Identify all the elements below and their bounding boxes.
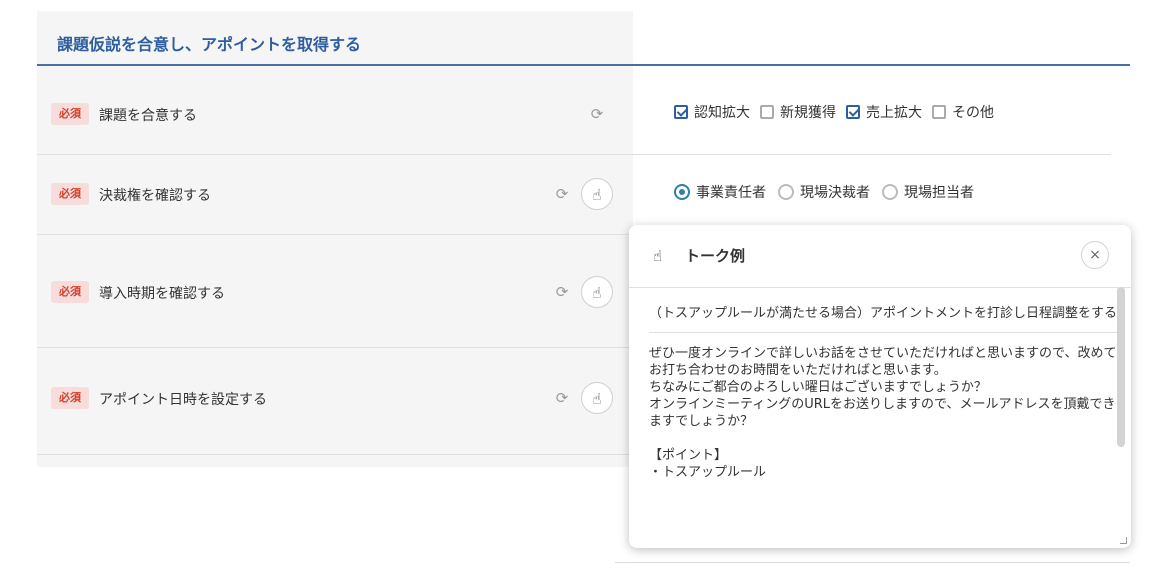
checkbox-label: 認知拡大 [694, 105, 750, 121]
checkbox-label: 新規獲得 [780, 105, 836, 121]
task-label: 導入時期を確認する [99, 286, 225, 302]
talk-example-button[interactable]: ☝ [581, 382, 613, 414]
radio-item[interactable]: 事業責任者 [674, 182, 766, 202]
check-plus-icon[interactable]: ⟳ [552, 388, 572, 408]
task-row[interactable]: 必須 導入時期を確認する ⟳ ☝ [37, 234, 633, 348]
talk-line: ぜひ一度オンラインで詳しいお話をさせていただければと思いますので、改めてお打ち合… [649, 346, 1117, 378]
required-badge: 必須 [51, 103, 89, 125]
talk-example-popup: ☝ トーク例 × （トスアップルールが満たせる場合）アポイントメントを打診し日程… [629, 225, 1131, 548]
task-row[interactable]: 必須 アポイント日時を設定する ⟳ ☝ [37, 347, 633, 455]
radio-button[interactable] [882, 184, 898, 200]
checkbox-item[interactable]: その他 [932, 102, 994, 122]
hand-pointer-icon: ☝ [592, 186, 602, 204]
checkbox-item[interactable]: 認知拡大 [674, 102, 750, 122]
point-item: ・トスアップルール [649, 465, 767, 480]
resize-handle[interactable] [1120, 537, 1127, 544]
required-badge: 必須 [51, 183, 89, 205]
section-divider [37, 64, 1130, 66]
radio-label: 現場担当者 [904, 185, 974, 201]
hand-pointer-icon: ☝ [592, 284, 602, 302]
decision-maker-radios: 事業責任者 現場決裁者 現場担当者 [674, 182, 986, 202]
radio-item[interactable]: 現場担当者 [882, 182, 974, 202]
checkbox[interactable] [760, 105, 774, 119]
checkbox-label: その他 [952, 105, 994, 121]
checkbox[interactable] [846, 105, 860, 119]
checkbox-item[interactable]: 新規獲得 [760, 102, 836, 122]
radio-item[interactable]: 現場決裁者 [778, 182, 870, 202]
check-plus-icon[interactable]: ⟳ [587, 104, 607, 124]
talk-example-button[interactable]: ☝ [581, 178, 613, 210]
check-plus-icon[interactable]: ⟳ [552, 184, 572, 204]
checkbox-label: 売上拡大 [866, 105, 922, 121]
required-badge: 必須 [51, 281, 89, 303]
section-title: 課題仮説を合意し、アポイントを取得する [57, 35, 362, 54]
close-icon: × [1089, 247, 1101, 263]
radio-button[interactable] [674, 184, 690, 200]
hand-pointer-icon: ☝ [592, 390, 602, 408]
radio-label: 現場決裁者 [800, 185, 870, 201]
point-heading: 【ポイント】 [649, 448, 728, 463]
radio-button[interactable] [778, 184, 794, 200]
talk-scenario: （トスアップルールが満たせる場合）アポイントメントを打診し日程調整をする [649, 305, 1119, 333]
talk-line: オンラインミーティングのURLをお送りしますので、メールアドレスを頂戴できますで… [649, 397, 1116, 429]
task-label: 課題を合意する [99, 108, 197, 124]
task-label: アポイント日時を設定する [99, 392, 267, 408]
task-list-panel: 課題仮説を合意し、アポイントを取得する 必須 課題を合意する ⟳ 必須 決裁権を… [37, 11, 633, 467]
task-row[interactable]: 必須 課題を合意する ⟳ [37, 74, 633, 155]
popup-title: トーク例 [685, 247, 746, 265]
task-label: 決裁権を確認する [99, 188, 211, 204]
task-row[interactable]: 必須 決裁権を確認する ⟳ ☝ [37, 154, 633, 235]
popup-header: ☝ トーク例 × [629, 225, 1131, 288]
check-plus-icon[interactable]: ⟳ [552, 282, 572, 302]
checkbox-item[interactable]: 売上拡大 [846, 102, 922, 122]
popup-scrollbar[interactable] [1117, 287, 1125, 447]
hand-pointer-icon: ☝ [653, 247, 663, 265]
bottom-divider [615, 562, 1130, 563]
radio-label: 事業責任者 [696, 185, 766, 201]
row-divider [633, 154, 1111, 155]
close-button[interactable]: × [1081, 241, 1109, 269]
talk-example-button[interactable]: ☝ [581, 276, 613, 308]
required-badge: 必須 [51, 387, 89, 409]
popup-content: （トスアップルールが満たせる場合）アポイントメントを打診し日程調整をする ぜひ一… [649, 305, 1119, 481]
purpose-checkboxes: 認知拡大 新規獲得 売上拡大 その他 [674, 102, 1004, 122]
talk-line: ちなみにご都合のよろしい曜日はございますでしょうか？ [649, 380, 987, 395]
checkbox[interactable] [674, 105, 688, 119]
checkbox[interactable] [932, 105, 946, 119]
